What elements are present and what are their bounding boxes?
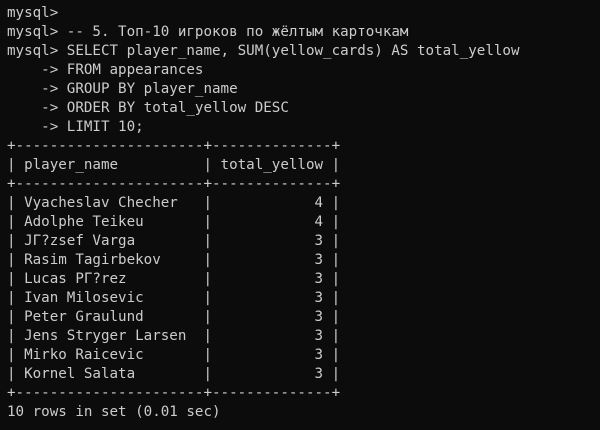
- result-summary: 10 rows in set (0.01 sec): [7, 404, 221, 420]
- table-header-row: | player_name | total_yellow |: [7, 157, 341, 173]
- table-row: | Lucas PΓ?rez | 3 |: [7, 271, 341, 287]
- table-border-top: +----------------------+--------------+: [7, 138, 341, 154]
- table-row: | Adolphe Teikeu | 4 |: [7, 214, 341, 230]
- table-row: | Rasim Tagirbekov | 3 |: [7, 252, 341, 268]
- table-row: | Vyacheslav Checher | 4 |: [7, 195, 341, 211]
- table-border-bottom: +----------------------+--------------+: [7, 385, 341, 401]
- terminal-window[interactable]: mysql> mysql> -- 5. Топ-10 игроков по жё…: [0, 0, 600, 430]
- comment-line: mysql> -- 5. Топ-10 игроков по жёлтым ка…: [7, 24, 409, 40]
- table-row: | Kornel Salata | 3 |: [7, 366, 341, 382]
- query-orderby-line: -> ORDER BY total_yellow DESC: [7, 100, 289, 116]
- table-row: | Ivan Milosevic | 3 |: [7, 290, 341, 306]
- table-row: | JΓ?zsef Varga | 3 |: [7, 233, 341, 249]
- table-row: | Mirko Raicevic | 3 |: [7, 347, 341, 363]
- query-from-line: -> FROM appearances: [7, 62, 204, 78]
- table-row: | Jens Stryger Larsen | 3 |: [7, 328, 341, 344]
- query-select-line: mysql> SELECT player_name, SUM(yellow_ca…: [7, 43, 520, 59]
- table-border-header: +----------------------+--------------+: [7, 176, 341, 192]
- query-limit-line: -> LIMIT 10;: [7, 119, 144, 135]
- query-groupby-line: -> GROUP BY player_name: [7, 81, 238, 97]
- table-row: | Peter Graulund | 3 |: [7, 309, 341, 325]
- prompt-line-empty: mysql>: [7, 5, 59, 21]
